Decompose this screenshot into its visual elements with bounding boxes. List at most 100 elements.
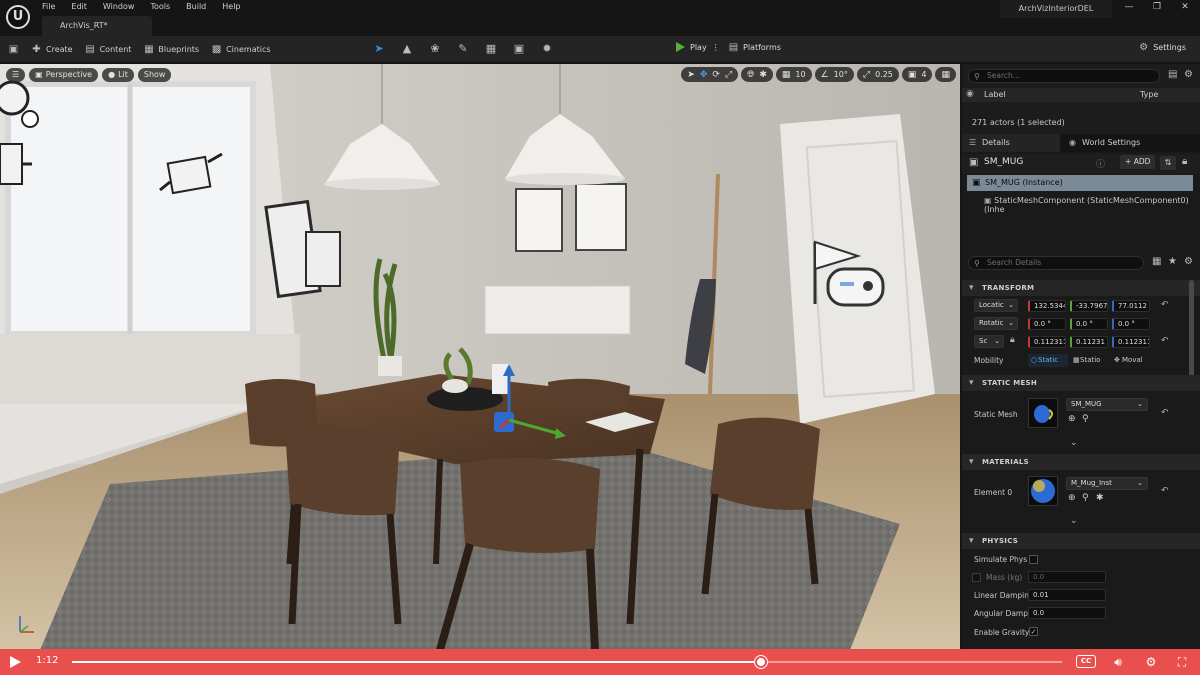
location-z-field[interactable]: 77.0112 xyxy=(1112,300,1150,312)
component-instance-row[interactable]: ▣ SM_MUG (Instance) xyxy=(967,175,1193,191)
surface-snap-icon[interactable]: ✱ xyxy=(759,70,767,80)
translate-tool-icon[interactable]: ✥ xyxy=(700,70,708,80)
select-tool-icon[interactable]: ➤ xyxy=(687,70,695,80)
details-search-input[interactable]: ⚲ Search Details xyxy=(968,256,1144,270)
static-mesh-reset-icon[interactable]: ↶ xyxy=(1161,408,1169,418)
level-document-tab[interactable]: ArchVis_RT* xyxy=(42,16,152,36)
video-scrubber-handle[interactable] xyxy=(755,656,768,668)
use-selected-material-icon[interactable]: ⊕ xyxy=(1068,493,1076,503)
level-viewport[interactable]: ☰ ▣ Perspective ● Lit Show ➤ ✥ ⟳ ⤢ 🌐︎ ✱ … xyxy=(0,64,960,650)
column-label[interactable]: Label xyxy=(984,90,1006,99)
play-options-icon[interactable]: ⋮ xyxy=(712,43,720,52)
mobility-static-button[interactable]: ○ Static xyxy=(1028,354,1068,367)
static-mesh-component-row[interactable]: ▣ StaticMeshComponent (StaticMeshCompone… xyxy=(984,196,1200,214)
object-name[interactable]: SM_MUG xyxy=(984,157,1023,167)
simulate-physics-checkbox[interactable] xyxy=(1029,555,1038,564)
material-options-icon[interactable]: ✱ xyxy=(1096,493,1104,503)
rotation-mode-dropdown[interactable]: Rotatic ⌄ xyxy=(974,317,1018,330)
browse-search-icon[interactable]: ⚲ xyxy=(1082,414,1089,424)
mobility-stationary-button[interactable]: ▦ Statio xyxy=(1070,354,1110,367)
static-mesh-section-header[interactable]: STATIC MESH xyxy=(962,375,1200,391)
scale-mode-dropdown[interactable]: Sc ⌄ xyxy=(974,335,1004,348)
menu-window[interactable]: Window xyxy=(103,2,135,11)
expand-advanced-icon[interactable]: ⌄ xyxy=(1070,438,1078,448)
grid-snap-toggle[interactable]: ▦ 10 xyxy=(775,67,812,82)
lit-button[interactable]: ● Lit xyxy=(102,68,134,82)
animation-mode-icon[interactable]: ✹ xyxy=(540,42,554,56)
play-button[interactable]: Play ⋮ xyxy=(676,42,720,52)
rotation-z-field[interactable]: 0.0 ° xyxy=(1112,318,1150,330)
menu-tools[interactable]: Tools xyxy=(150,2,170,11)
lock-icon[interactable]: 🔒︎ xyxy=(1182,156,1187,167)
material-thumbnail[interactable] xyxy=(1028,476,1058,506)
video-settings-gear-icon[interactable]: ⚙ xyxy=(1142,653,1160,671)
create-button[interactable]: ✚ Create xyxy=(31,44,72,55)
blueprints-button[interactable]: ▦ Blueprints xyxy=(143,44,199,55)
details-scrollbar[interactable] xyxy=(1189,280,1194,380)
modeling-mode-icon[interactable]: ▣ xyxy=(512,42,526,56)
help-icon[interactable]: ⓘ xyxy=(1096,157,1105,170)
settings-button[interactable]: ⚙ Settings xyxy=(1138,42,1186,53)
camera-speed-button[interactable]: ▣ 4 xyxy=(901,67,933,82)
unreal-logo-icon[interactable]: U xyxy=(6,5,30,29)
viewport-scene[interactable] xyxy=(0,64,960,650)
details-settings-icon[interactable]: ⚙ xyxy=(1184,256,1193,267)
outliner-search-input[interactable]: ⚲ Search... xyxy=(968,69,1160,83)
rotation-y-field[interactable]: 0.0 ° xyxy=(1070,318,1108,330)
scale-y-field[interactable]: 0.11231 xyxy=(1070,336,1108,348)
mobility-movable-button[interactable]: ✥ Moval xyxy=(1112,354,1152,367)
tab-details[interactable]: ☰ Details xyxy=(962,134,1060,152)
fullscreen-icon[interactable]: ⛶ xyxy=(1172,653,1192,671)
use-selected-icon[interactable]: ⊕ xyxy=(1068,414,1076,424)
material-reset-icon[interactable]: ↶ xyxy=(1161,486,1169,496)
location-y-field[interactable]: -33.7967 xyxy=(1070,300,1108,312)
mesh-paint-mode-icon[interactable]: ✎ xyxy=(456,42,470,56)
eye-icon[interactable]: ◉ xyxy=(966,89,974,99)
rotation-snap-toggle[interactable]: ∠ 10° xyxy=(814,67,854,82)
location-mode-dropdown[interactable]: Locatic ⌄ xyxy=(974,299,1018,312)
closed-captions-button[interactable]: CC xyxy=(1076,655,1096,668)
viewport-menu-button[interactable]: ☰ xyxy=(6,68,26,82)
video-progress-track[interactable] xyxy=(72,656,1062,668)
scale-z-field[interactable]: 0.112311 xyxy=(1112,336,1150,348)
rotate-tool-icon[interactable]: ⟳ xyxy=(712,70,720,80)
scale-tool-icon[interactable]: ⤢ xyxy=(725,70,732,80)
volume-icon[interactable]: 🔊︎ xyxy=(1108,653,1128,671)
close-button[interactable]: ✕ xyxy=(1178,2,1192,12)
expand-materials-icon[interactable]: ⌄ xyxy=(1070,516,1078,526)
save-icon[interactable]: ▣ xyxy=(8,44,19,55)
folder-add-icon[interactable]: ▤ xyxy=(1168,69,1177,80)
scale-x-field[interactable]: 0.112311 xyxy=(1028,336,1066,348)
materials-section-header[interactable]: MATERIALS xyxy=(962,454,1200,470)
mass-field[interactable]: 0.0 xyxy=(1028,571,1106,583)
material-dropdown[interactable]: M_Mug_Inst ⌄ xyxy=(1066,477,1148,490)
favorites-star-icon[interactable]: ★ xyxy=(1168,256,1177,267)
menu-file[interactable]: File xyxy=(42,2,55,11)
browse-material-icon[interactable]: ⚲ xyxy=(1082,493,1089,503)
static-mesh-thumbnail[interactable] xyxy=(1028,398,1058,428)
foliage-mode-icon[interactable]: ❀ xyxy=(428,42,442,56)
perspective-button[interactable]: ▣ Perspective xyxy=(29,68,99,82)
menu-edit[interactable]: Edit xyxy=(71,2,87,11)
rotation-x-field[interactable]: 0.0 ° xyxy=(1028,318,1066,330)
cinematics-button[interactable]: ▩ Cinematics xyxy=(211,44,271,55)
linear-damping-field[interactable]: 0.01 xyxy=(1028,589,1106,601)
scale-snap-toggle[interactable]: ⤢ 0.25 xyxy=(856,67,899,82)
world-space-icon[interactable]: 🌐︎ xyxy=(747,70,754,80)
outliner-settings-icon[interactable]: ⚙ xyxy=(1184,69,1193,80)
landscape-mode-icon[interactable]: ▲ xyxy=(400,42,414,56)
scale-reset-icon[interactable]: ↶ xyxy=(1161,336,1169,346)
fracture-mode-icon[interactable]: ▦ xyxy=(484,42,498,56)
column-type[interactable]: Type xyxy=(1140,90,1158,99)
menu-build[interactable]: Build xyxy=(186,2,206,11)
select-mode-icon[interactable]: ➤ xyxy=(372,42,386,56)
tab-world-settings[interactable]: ◉ World Settings xyxy=(1062,134,1182,152)
property-matrix-icon[interactable]: ▦ xyxy=(1152,256,1161,267)
maximize-button[interactable]: ❐ xyxy=(1150,2,1164,12)
content-button[interactable]: ▤ Content xyxy=(85,44,131,55)
play-pause-icon[interactable] xyxy=(10,656,21,668)
enable-gravity-checkbox[interactable]: ✓ xyxy=(1029,627,1038,636)
mass-override-checkbox[interactable] xyxy=(972,573,981,582)
show-button[interactable]: Show xyxy=(137,68,172,82)
location-reset-icon[interactable]: ↶ xyxy=(1161,300,1169,310)
